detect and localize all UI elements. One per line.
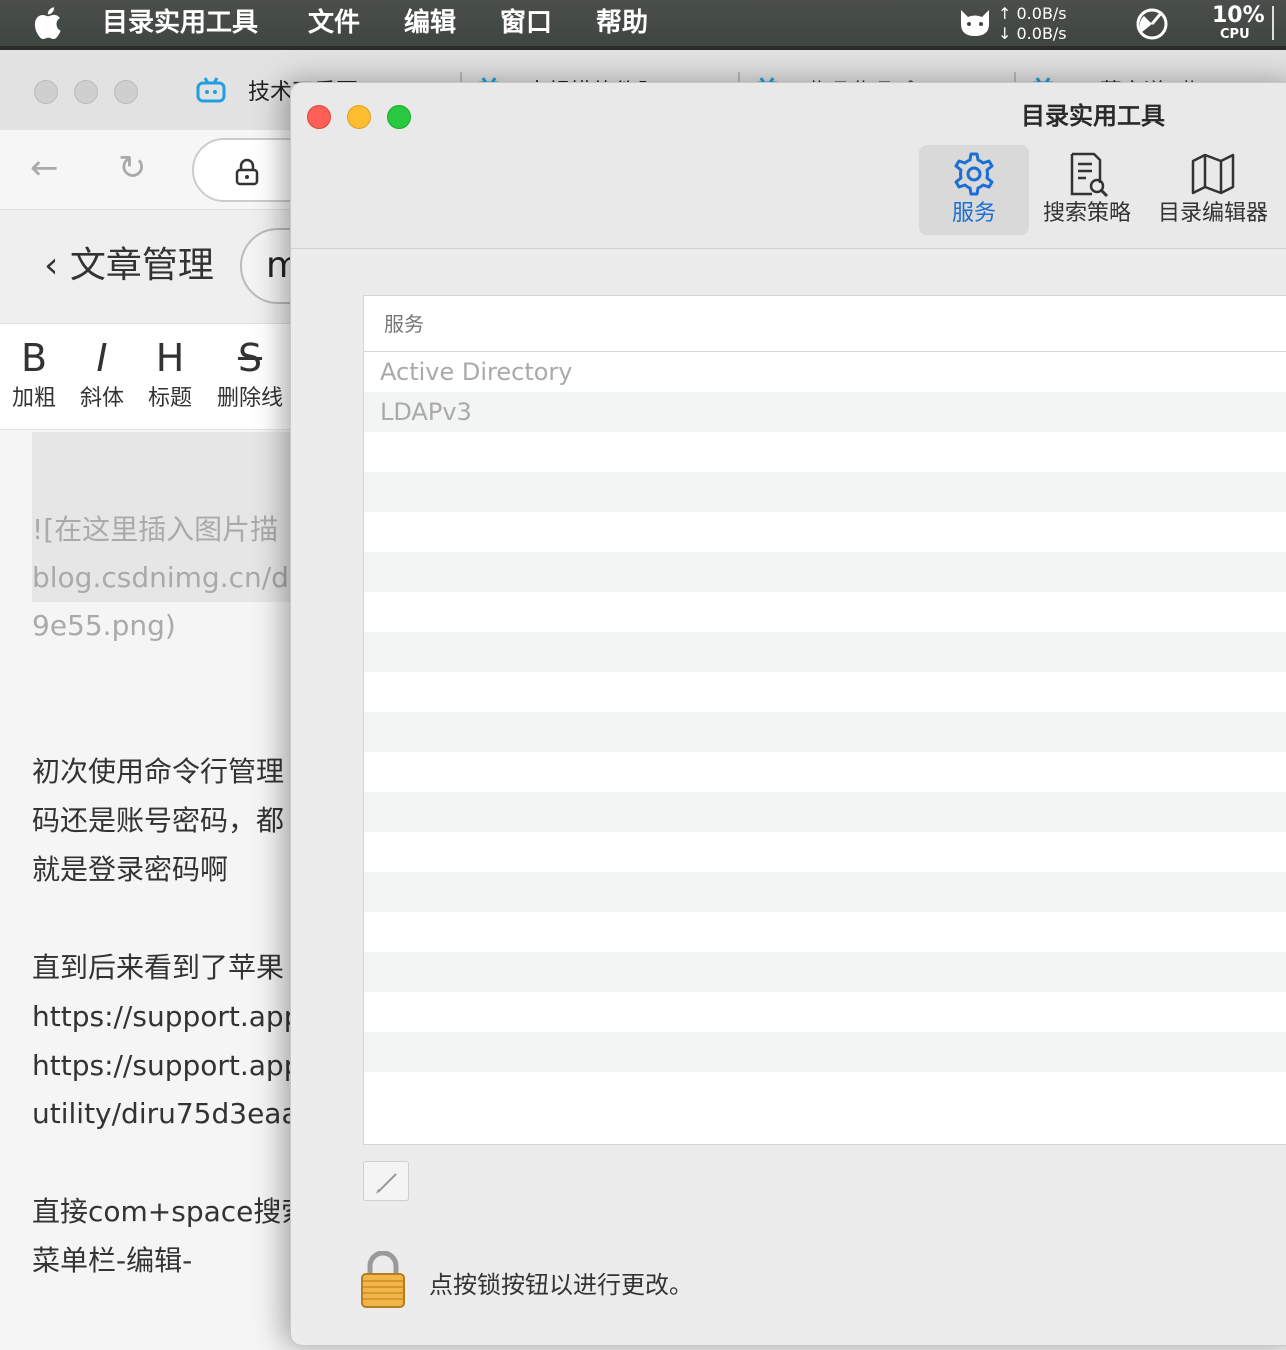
code-line: 9e55.png) bbox=[32, 609, 176, 642]
edit-service-button[interactable] bbox=[363, 1161, 409, 1201]
tab-directory-editor[interactable]: 目录编辑器 bbox=[1153, 145, 1273, 235]
services-table: 服务 Active Directory LDAPv3 bbox=[363, 295, 1286, 1145]
map-icon bbox=[1191, 153, 1235, 195]
menu-bar: 目录实用工具 文件 编辑 窗口 帮助 ↑ 0.0B/s ↓ 0.0B/s 10%… bbox=[0, 0, 1286, 46]
browser-close-button[interactable] bbox=[34, 80, 58, 104]
bold-icon: B bbox=[20, 336, 48, 380]
back-link-label: 文章管理 bbox=[69, 245, 214, 286]
browser-zoom-button[interactable] bbox=[114, 80, 138, 104]
empty-row bbox=[364, 912, 1286, 952]
empty-row bbox=[364, 792, 1286, 832]
empty-row bbox=[364, 1032, 1286, 1072]
empty-row bbox=[364, 432, 1286, 472]
code-line: ![在这里插入图片描 bbox=[32, 513, 279, 546]
empty-row bbox=[364, 752, 1286, 792]
window-toolbar: 目录实用工具 服务 搜索策略 目录编辑器 bbox=[291, 83, 1286, 249]
window-title: 目录实用工具 bbox=[1021, 102, 1165, 130]
heading-icon: H bbox=[155, 336, 185, 380]
menu-file[interactable]: 文件 bbox=[308, 6, 360, 40]
cpu-percent: 10% bbox=[1212, 3, 1265, 28]
download-speed: ↓ 0.0B/s bbox=[998, 24, 1067, 43]
menu-window[interactable]: 窗口 bbox=[500, 6, 552, 40]
menu-divider bbox=[1272, 6, 1274, 40]
body-line: 菜单栏-编辑- bbox=[32, 1244, 193, 1277]
padlock-icon bbox=[235, 158, 259, 186]
empty-row bbox=[364, 992, 1286, 1032]
italic-icon: I bbox=[96, 336, 108, 380]
body-line: https://support.apple bbox=[32, 1000, 327, 1033]
body-line: 直接com+space搜索 bbox=[32, 1195, 310, 1228]
body-line: 直到后来看到了苹果 bbox=[32, 951, 285, 984]
empty-row bbox=[364, 512, 1286, 552]
body-line: utility/diru75d3eaa7 bbox=[32, 1097, 317, 1130]
zoom-button[interactable] bbox=[387, 105, 411, 129]
empty-row bbox=[364, 472, 1286, 512]
heading-label: 标题 bbox=[147, 386, 192, 411]
minimize-button[interactable] bbox=[347, 105, 371, 129]
heading-button[interactable]: H 标题 bbox=[136, 334, 204, 414]
services-column-header: 服务 bbox=[364, 296, 1286, 352]
empty-row bbox=[364, 592, 1286, 632]
search-policy-icon bbox=[1070, 152, 1109, 197]
gauge-icon[interactable] bbox=[1134, 6, 1170, 40]
empty-row bbox=[364, 632, 1286, 672]
tab-search-policy[interactable]: 搜索策略 bbox=[1035, 145, 1139, 235]
bold-label: 加粗 bbox=[11, 386, 56, 411]
close-button[interactable] bbox=[307, 105, 331, 129]
body-line: https://support.apple bbox=[32, 1049, 327, 1082]
strikethrough-icon: S bbox=[237, 336, 263, 380]
back-arrow-icon[interactable]: ← bbox=[30, 148, 59, 188]
body-line: 码还是账号密码，都 bbox=[32, 804, 285, 837]
body-line: 就是登录密码啊 bbox=[32, 853, 229, 886]
code-line: blog.csdnimg.cn/dir bbox=[32, 561, 309, 594]
pencil-icon bbox=[376, 1173, 397, 1194]
services-list: Active Directory LDAPv3 bbox=[364, 352, 1286, 1112]
menu-help[interactable]: 帮助 bbox=[596, 6, 648, 40]
browser-minimize-button[interactable] bbox=[74, 80, 98, 104]
empty-row bbox=[364, 552, 1286, 592]
reload-icon[interactable]: ↻ bbox=[118, 148, 147, 188]
empty-row bbox=[364, 712, 1286, 752]
body-line: 初次使用命令行管理 bbox=[32, 755, 285, 788]
empty-row bbox=[364, 872, 1286, 912]
menu-edit[interactable]: 编辑 bbox=[404, 6, 456, 40]
tab-services[interactable]: 服务 bbox=[919, 145, 1029, 235]
italic-button[interactable]: I 斜体 bbox=[68, 334, 136, 414]
bilibili-icon bbox=[196, 77, 226, 103]
tab-search-policy-label: 搜索策略 bbox=[1042, 201, 1131, 226]
cat-icon[interactable] bbox=[958, 8, 992, 38]
menu-app-name[interactable]: 目录实用工具 bbox=[102, 6, 258, 40]
service-row-ldapv3[interactable]: LDAPv3 bbox=[364, 392, 1286, 432]
lock-icon[interactable] bbox=[359, 1251, 407, 1309]
strikethrough-button[interactable]: S 删除线 bbox=[216, 334, 284, 414]
network-speed: ↑ 0.0B/s ↓ 0.0B/s bbox=[998, 4, 1067, 44]
empty-row bbox=[364, 1072, 1286, 1112]
apple-logo-icon[interactable] bbox=[32, 6, 62, 40]
back-to-articles-link[interactable]: ‹ 文章管理 bbox=[44, 242, 214, 290]
tab-directory-editor-label: 目录编辑器 bbox=[1157, 201, 1268, 226]
directory-utility-window: 目录实用工具 服务 搜索策略 目录编辑器 服务 Active Directory… bbox=[290, 82, 1286, 1346]
upload-speed: ↑ 0.0B/s bbox=[998, 4, 1067, 23]
service-row-active-directory[interactable]: Active Directory bbox=[364, 352, 1286, 392]
empty-row bbox=[364, 672, 1286, 712]
empty-row bbox=[364, 832, 1286, 872]
italic-label: 斜体 bbox=[79, 386, 124, 411]
strikethrough-label: 删除线 bbox=[216, 386, 283, 411]
empty-row bbox=[364, 952, 1286, 992]
tab-services-label: 服务 bbox=[951, 201, 996, 226]
bold-button[interactable]: B 加粗 bbox=[0, 334, 68, 414]
lock-message: 点按锁按钮以进行更改。 bbox=[429, 1271, 693, 1299]
services-header-label: 服务 bbox=[384, 312, 424, 336]
cpu-label: CPU bbox=[1220, 27, 1250, 42]
gear-icon bbox=[954, 152, 994, 196]
